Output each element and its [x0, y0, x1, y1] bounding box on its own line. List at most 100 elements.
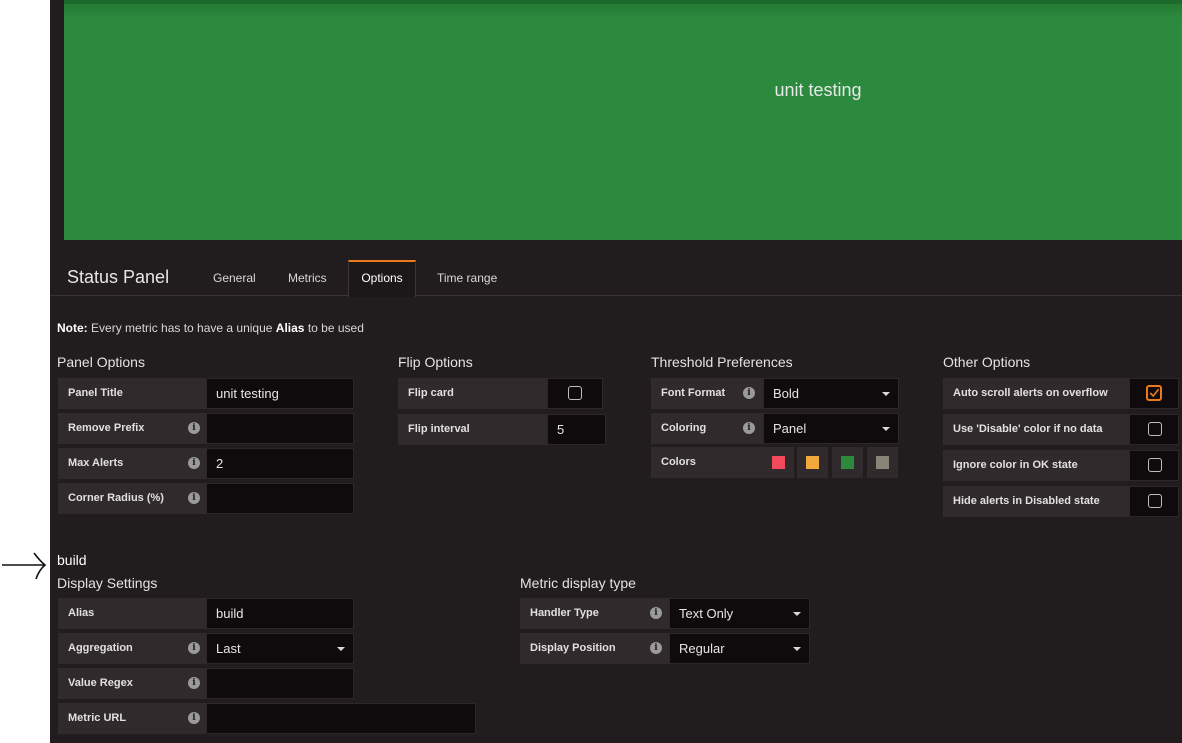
- metric-url-label: Metric URL i: [58, 703, 206, 734]
- note-alias: Alias: [275, 321, 305, 335]
- other-options-heading: Other Options: [943, 354, 1031, 370]
- colors-label: Colors: [651, 447, 763, 478]
- ignore-color-ok-label-text: Ignore color in OK state: [953, 459, 1078, 471]
- display-position-label-text: Display Position: [530, 642, 616, 654]
- aggregation-value: Last: [216, 641, 241, 656]
- info-icon[interactable]: i: [650, 642, 662, 654]
- info-icon[interactable]: i: [188, 712, 200, 724]
- flip-options-heading: Flip Options: [398, 354, 473, 370]
- auto-scroll-checkbox-checked-icon[interactable]: [1146, 385, 1162, 401]
- chevron-down-icon: [793, 647, 801, 651]
- max-alerts-label: Max Alerts i: [58, 448, 206, 479]
- auto-scroll-checkbox-box[interactable]: [1129, 378, 1179, 409]
- display-position-label: Display Position i: [520, 633, 669, 664]
- remove-prefix-input[interactable]: [206, 413, 354, 444]
- info-icon[interactable]: i: [743, 387, 755, 399]
- tab-time-range[interactable]: Time range: [437, 260, 497, 296]
- alias-label-text: Alias: [68, 607, 95, 619]
- auto-scroll-label-text: Auto scroll alerts on overflow: [953, 387, 1108, 399]
- info-icon[interactable]: i: [650, 607, 662, 619]
- alias-label: Alias: [58, 598, 206, 629]
- color-swatch-1[interactable]: [763, 447, 794, 478]
- use-disable-color-label-text: Use 'Disable' color if no data: [953, 423, 1103, 435]
- value-regex-label: Value Regex i: [58, 668, 206, 699]
- use-disable-color-checkbox-box[interactable]: [1129, 414, 1179, 445]
- info-icon[interactable]: i: [188, 492, 200, 504]
- auto-scroll-label: Auto scroll alerts on overflow: [943, 378, 1129, 409]
- info-icon[interactable]: i: [188, 642, 200, 654]
- alias-input[interactable]: build: [206, 598, 354, 629]
- color-swatch-fill: [876, 456, 889, 469]
- flip-interval-input[interactable]: 5: [547, 414, 606, 445]
- status-panel-editor: unit testing Status Panel General Metric…: [50, 0, 1182, 743]
- color-swatch-2[interactable]: [797, 447, 828, 478]
- flip-card-checkbox[interactable]: [568, 386, 582, 400]
- font-format-label: Font Format i: [651, 378, 763, 409]
- flip-interval-label: Flip interval: [398, 414, 547, 445]
- coloring-value: Panel: [773, 421, 807, 436]
- chevron-down-icon: [882, 427, 890, 431]
- note-text-1: Every metric has to have a unique: [91, 321, 273, 335]
- note-text-2: to be used: [307, 321, 364, 335]
- metric-url-input[interactable]: [206, 703, 476, 734]
- info-icon[interactable]: i: [188, 422, 200, 434]
- aggregation-label: Aggregation i: [58, 633, 206, 664]
- hide-alerts-disabled-checkbox[interactable]: [1148, 494, 1162, 508]
- flip-card-checkbox-box[interactable]: [547, 378, 603, 409]
- remove-prefix-label: Remove Prefix i: [58, 413, 206, 444]
- color-swatch-fill: [841, 456, 854, 469]
- aggregation-select[interactable]: Last: [206, 633, 354, 664]
- handler-type-value: Text Only: [679, 606, 734, 621]
- aggregation-label-text: Aggregation: [68, 642, 133, 654]
- chevron-down-icon: [337, 647, 345, 651]
- chevron-down-icon: [882, 392, 890, 396]
- corner-radius-input[interactable]: [206, 483, 354, 514]
- metric-display-type-heading: Metric display type: [520, 575, 636, 591]
- font-format-select[interactable]: Bold: [763, 378, 899, 409]
- editor-header: Status Panel General Metrics Options Tim…: [50, 260, 1182, 297]
- tab-general[interactable]: General: [213, 260, 256, 296]
- color-swatch-3[interactable]: [832, 447, 863, 478]
- use-disable-color-label: Use 'Disable' color if no data: [943, 414, 1129, 445]
- max-alerts-input[interactable]: 2: [206, 448, 354, 479]
- ignore-color-ok-checkbox[interactable]: [1148, 458, 1162, 472]
- panel-options-heading: Panel Options: [57, 354, 145, 370]
- note-prefix: Note:: [57, 321, 88, 335]
- annotation-arrow: [2, 552, 47, 580]
- remove-prefix-label-text: Remove Prefix: [68, 422, 145, 434]
- tab-metrics[interactable]: Metrics: [288, 260, 327, 296]
- ignore-color-ok-label: Ignore color in OK state: [943, 450, 1129, 481]
- font-format-value: Bold: [773, 386, 800, 401]
- flip-card-label-text: Flip card: [408, 387, 454, 399]
- info-icon[interactable]: i: [188, 677, 200, 689]
- panel-title-input[interactable]: unit testing: [206, 378, 354, 409]
- coloring-label: Coloring i: [651, 413, 763, 444]
- font-format-label-text: Font Format: [661, 387, 726, 399]
- status-panel-preview: unit testing: [64, 0, 1182, 240]
- handler-type-label: Handler Type i: [520, 598, 669, 629]
- hide-alerts-disabled-checkbox-box[interactable]: [1129, 486, 1179, 517]
- value-regex-input[interactable]: [206, 668, 354, 699]
- color-swatch-fill: [772, 456, 785, 469]
- info-icon[interactable]: i: [188, 457, 200, 469]
- preview-text: unit testing: [774, 80, 862, 100]
- use-disable-color-checkbox[interactable]: [1148, 422, 1162, 436]
- flip-card-label: Flip card: [398, 378, 547, 409]
- hide-alerts-disabled-label-text: Hide alerts in Disabled state: [953, 495, 1100, 507]
- display-position-select[interactable]: Regular: [669, 633, 810, 664]
- display-settings-heading: Display Settings: [57, 575, 158, 591]
- page-title: Status Panel: [67, 267, 170, 287]
- metric-name: build: [57, 552, 87, 568]
- coloring-select[interactable]: Panel: [763, 413, 899, 444]
- corner-radius-label-text: Corner Radius (%): [68, 492, 164, 504]
- handler-type-select[interactable]: Text Only: [669, 598, 810, 629]
- threshold-preferences-heading: Threshold Preferences: [651, 354, 793, 370]
- chevron-down-icon: [793, 612, 801, 616]
- info-icon[interactable]: i: [743, 422, 755, 434]
- color-swatch-4[interactable]: [867, 447, 898, 478]
- metric-url-label-text: Metric URL: [68, 712, 127, 724]
- ignore-color-ok-checkbox-box[interactable]: [1129, 450, 1179, 481]
- display-position-value: Regular: [679, 641, 725, 656]
- panel-title-label-text: Panel Title: [68, 387, 123, 399]
- tab-options[interactable]: Options: [348, 260, 416, 297]
